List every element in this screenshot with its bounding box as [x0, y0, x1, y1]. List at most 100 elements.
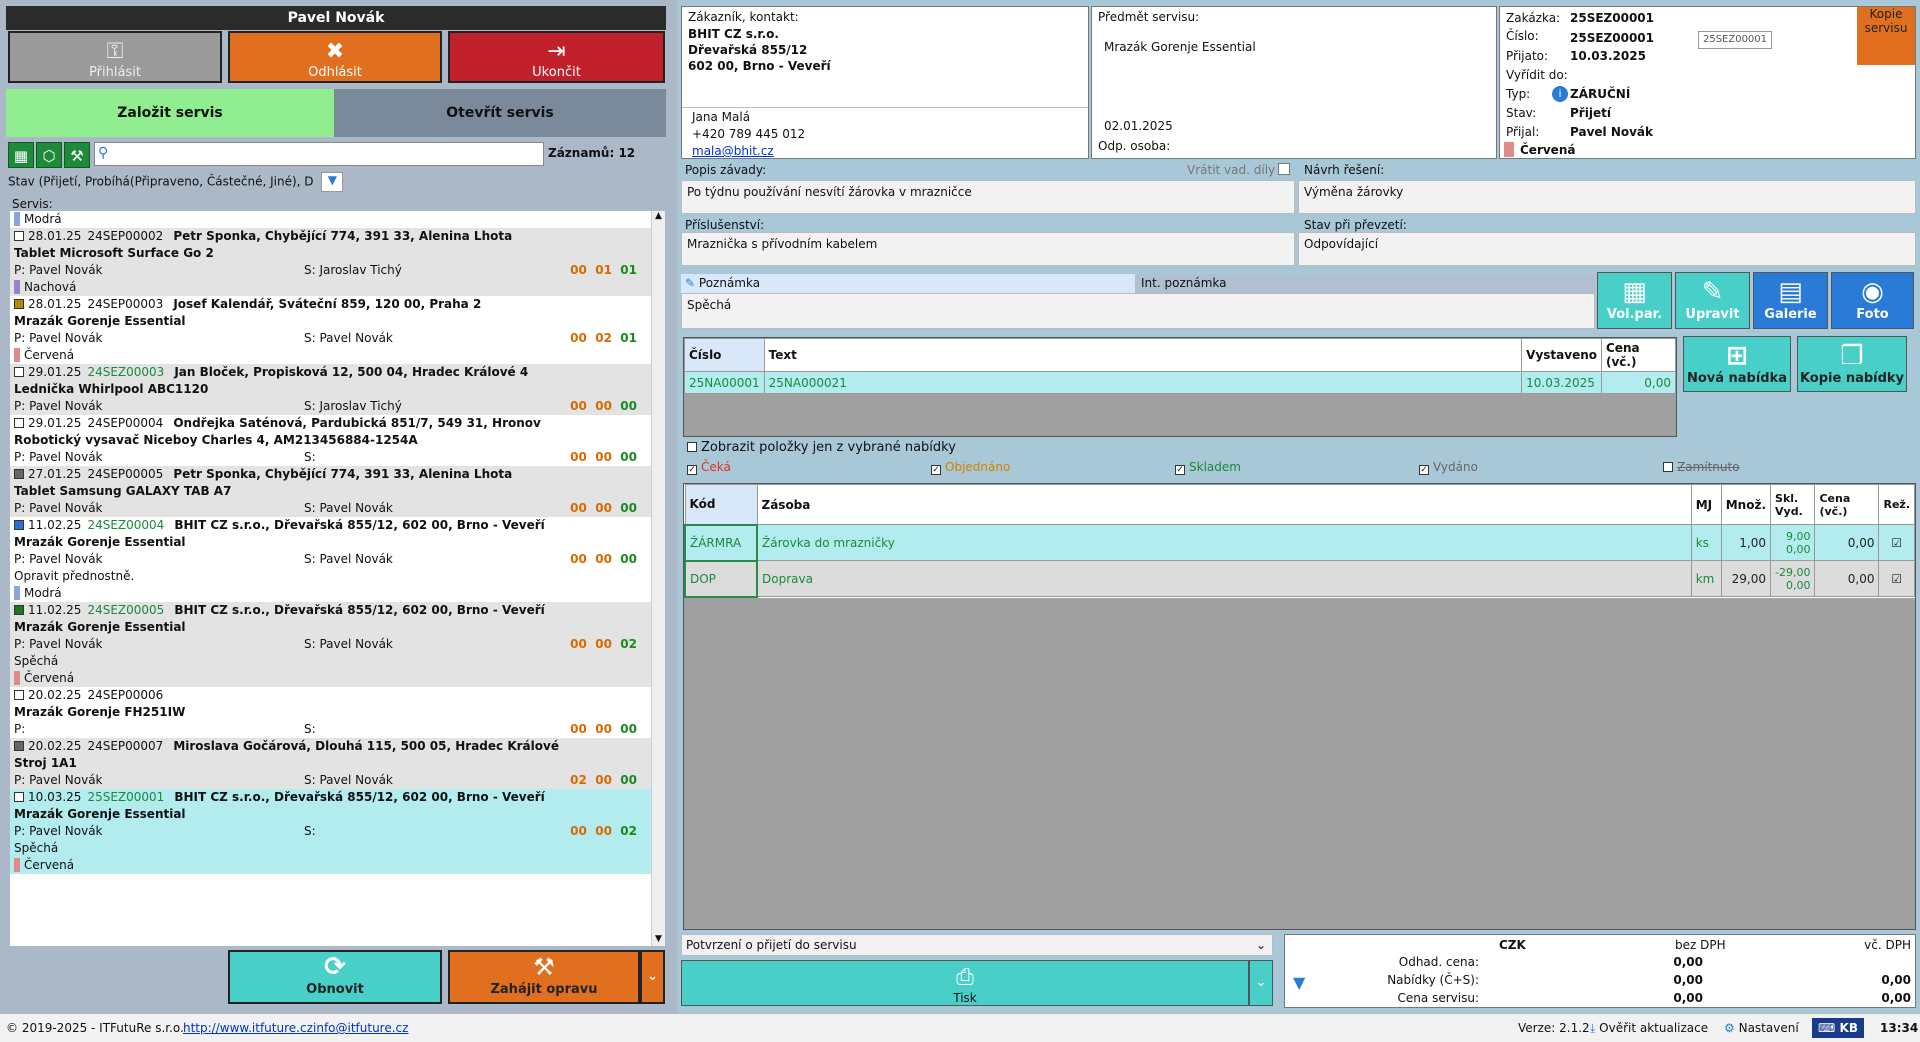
offers-header-text[interactable]: Text [763, 338, 1523, 372]
solution-field[interactable]: Výměna žárovky [1298, 180, 1916, 214]
edit-button[interactable]: ✎ Upravit [1675, 272, 1750, 329]
list-scrollbar[interactable]: ▲ ▼ [651, 211, 665, 946]
items-header-unit[interactable]: MJ [1690, 484, 1722, 525]
item-received-by: P: Pavel Novák [14, 263, 103, 277]
item-technician: S: [304, 824, 316, 838]
search-input[interactable]: ⚲ [94, 142, 544, 166]
list-item[interactable]: 28.01.25 24SEP00003 Josef Kalendář, Sváteč… [10, 296, 651, 364]
tab-new-service[interactable]: Založit servis [6, 89, 334, 137]
service-list[interactable]: Modrá 28.01.25 24SEP00002 Petr Sponka, Chy… [10, 211, 651, 946]
tab-open-service[interactable]: Otevřít servis [334, 89, 666, 137]
grid-icon[interactable]: ▦ [8, 142, 34, 168]
tab-internal-note[interactable]: Int. poznámka [1135, 274, 1595, 293]
filter-waiting[interactable]: ✓ Čeká [687, 460, 731, 475]
offer-row[interactable]: 25NA00001 25NA000021 10.03.2025 0,00 [684, 371, 1676, 394]
exit-button[interactable]: ⇥ Ukončit [448, 31, 665, 83]
item-counters: 00 00 00 [570, 722, 637, 736]
keyboard-indicator[interactable]: ⌨ KB [1812, 1018, 1864, 1038]
item-qty: 1,00 [1720, 524, 1772, 561]
copy-service-button[interactable]: Kopie servisu [1857, 7, 1915, 65]
order-label: Zakázka: [1506, 11, 1561, 25]
volpar-button[interactable]: ▦ Vol.par. [1597, 272, 1672, 329]
list-item[interactable]: 20.02.25 24SEP00006 Mrazák Gorenje FH251IW… [10, 687, 651, 738]
number-field[interactable]: 25SEZ00001 [1698, 31, 1772, 49]
item-color: Červená [24, 348, 75, 362]
items-header-skl[interactable]: Skl. Vyd. [1770, 484, 1816, 525]
check-updates-button[interactable]: ⤓ Ověřit aktualizace [1590, 1014, 1708, 1042]
fault-field[interactable]: Po týdnu používání nesvítí žárovka v mra… [681, 180, 1295, 214]
item-code: 24SEZ00003 [87, 365, 165, 379]
items-header-stock[interactable]: Zásoba [756, 484, 1692, 525]
list-item[interactable]: 10.03.25 25SEZ00001 BHIT CZ s.r.o., Dřevař… [10, 789, 651, 874]
offers-header-issued[interactable]: Vystaveno [1521, 338, 1602, 372]
item-rez-checkbox[interactable]: ☑ [1878, 560, 1915, 597]
return-parts-checkbox[interactable] [1278, 163, 1290, 175]
items-table: Kód Zásoba MJ Množ. Skl. Vyd. Cena (vč.) R… [684, 484, 1915, 598]
item-counters: 00 02 01 [570, 331, 637, 345]
only-selected-checkbox[interactable] [687, 442, 697, 452]
note-field[interactable]: Spěchá [681, 293, 1595, 329]
photo-button[interactable]: ◉ Foto [1831, 272, 1914, 329]
item-technician: S: [304, 722, 316, 736]
start-repair-dropdown[interactable]: ⌄ [640, 950, 665, 1004]
tab-note[interactable]: ✎ Poznámka [681, 274, 1135, 293]
copy-offer-button[interactable]: ❐ Kopie nabídky [1797, 336, 1907, 392]
print-dropdown[interactable]: ⌄ [1249, 960, 1273, 1006]
settings-button[interactable]: ⚙ Nastavení [1724, 1014, 1799, 1042]
filter-ordered[interactable]: ✓ Objednáno [931, 460, 1010, 475]
contact-email[interactable]: mala@bhit.cz [692, 144, 774, 158]
only-selected-filter[interactable]: Zobrazit položky jen z vybrané nabídky [687, 440, 956, 455]
item-date: 27.01.25 [28, 467, 82, 481]
responsible-label: Odp. osoba: [1098, 139, 1171, 153]
with-vat-label: vč. DPH [1864, 938, 1911, 952]
item-rez-checkbox[interactable]: ☑ [1878, 524, 1915, 561]
filter-in-stock[interactable]: ✓ Skladem [1175, 460, 1241, 475]
logout-button[interactable]: ✖ Odhlásit [228, 31, 442, 83]
offers-header-price[interactable]: Cena (vč.) [1601, 338, 1676, 372]
list-item[interactable]: 11.02.25 24SEZ00004 BHIT CZ s.r.o., Dřevař… [10, 517, 651, 602]
filter-icon[interactable]: ▼ [321, 172, 344, 192]
tools-icon: ⚒ [533, 953, 555, 981]
website-link[interactable]: http://www.itfuture.cz [183, 1014, 313, 1042]
start-repair-button[interactable]: ⚒ Zahájit opravu [448, 950, 640, 1004]
filter-icon[interactable]: ▼ [1293, 973, 1305, 992]
list-item[interactable]: 11.02.25 24SEZ00005 BHIT CZ s.r.o., Dřevař… [10, 602, 651, 687]
items-header-qty[interactable]: Množ. [1720, 484, 1772, 525]
status-box [14, 741, 24, 751]
tools-icon[interactable]: ⚒ [64, 142, 90, 168]
accepted-label: Přijal: [1506, 125, 1540, 139]
email-link[interactable]: info@itfuture.cz [313, 1014, 408, 1042]
item-date: 28.01.25 [28, 229, 82, 243]
color-swatch [14, 280, 20, 294]
list-item[interactable]: 20.02.25 24SEP00007 Miroslava Gočárová, Dl… [10, 738, 651, 789]
new-offer-button[interactable]: ⊞ Nová nabídka [1683, 336, 1791, 392]
list-item[interactable]: 29.01.25 24SEZ00003 Jan Bloček, Propisková… [10, 364, 651, 415]
login-button[interactable]: ⚿ Přihlásit [8, 31, 222, 83]
filter-text: Stav (Přijetí, Probíhá(Připraveno, Částe… [8, 172, 344, 192]
print-button[interactable]: ⎙ Tisk [681, 960, 1249, 1006]
items-header-code[interactable]: Kód [684, 484, 758, 525]
info-icon[interactable]: i [1552, 86, 1568, 102]
list-item-partial[interactable]: Modrá [10, 211, 651, 228]
gallery-button[interactable]: ▤ Galerie [1753, 272, 1828, 329]
scroll-up-icon[interactable]: ▲ [652, 211, 665, 221]
handover-label: Stav při převzetí: [1304, 218, 1407, 232]
item-row[interactable]: ŽÁRMRA Žárovka do mrazničky ks 1,00 9,00… [684, 523, 1915, 562]
accessories-field[interactable]: Mraznička s přívodním kabelem [681, 232, 1295, 266]
item-device: Mrazák Gorenje Essential [14, 314, 186, 328]
box-icon[interactable]: ⬡ [36, 142, 62, 168]
print-template-select[interactable]: Potvrzení o přijetí do servisu ⌄ [681, 934, 1273, 956]
item-code: 24SEP00007 [87, 739, 164, 753]
list-item[interactable]: 27.01.25 24SEP00005 Petr Sponka, Chybějící… [10, 466, 651, 517]
filter-rejected[interactable]: Zamítnuto [1663, 460, 1740, 474]
scroll-down-icon[interactable]: ▼ [652, 934, 665, 944]
items-header-price[interactable]: Cena (vč.) [1814, 484, 1880, 525]
item-row[interactable]: DOP Doprava km 29,00 -29,00 0,00 0,00 ☑ [684, 559, 1915, 598]
refresh-button[interactable]: ⟳ Obnovit [228, 950, 442, 1004]
list-item[interactable]: 28.01.25 24SEP00002 Petr Sponka, Chybějící… [10, 228, 651, 296]
items-header-rez[interactable]: Rež. [1878, 484, 1915, 525]
list-item[interactable]: 29.01.25 24SEP00004 Ondřejka Saténová, Par… [10, 415, 651, 466]
offers-header-number[interactable]: Číslo [684, 338, 765, 372]
filter-issued[interactable]: ✓ Vydáno [1419, 460, 1478, 475]
handover-field[interactable]: Odpovídající [1298, 232, 1916, 266]
